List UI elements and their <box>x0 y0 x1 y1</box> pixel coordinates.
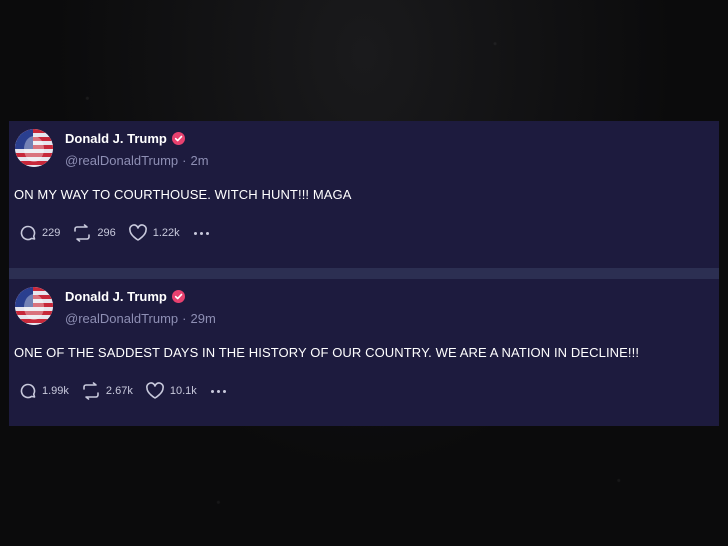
post-text: ON MY WAY TO COURTHOUSE. WITCH HUNT!!! M… <box>14 187 352 202</box>
author-name[interactable]: Donald J. Trump <box>65 289 167 304</box>
reply-count: 229 <box>42 227 61 239</box>
post-text: ONE OF THE SADDEST DAYS IN THE HISTORY O… <box>14 345 640 360</box>
post-card[interactable]: Donald J. Trump @realDonaldTrump · 29m O… <box>9 279 719 428</box>
author-name[interactable]: Donald J. Trump <box>65 131 167 146</box>
like-icon <box>145 382 165 400</box>
verified-badge-icon <box>171 290 185 303</box>
post-meta: @realDonaldTrump · 29m <box>65 311 216 326</box>
reply-icon <box>19 382 37 400</box>
verified-badge-icon <box>171 132 185 145</box>
reply-button[interactable]: 229 <box>19 224 60 242</box>
meta-separator: · <box>182 153 187 168</box>
post-time[interactable]: 29m <box>191 311 216 326</box>
repost-count: 2.67k <box>105 385 133 397</box>
author-handle[interactable]: @realDonaldTrump <box>65 311 178 326</box>
post-divider <box>9 268 719 279</box>
post-feed: Donald J. Trump @realDonaldTrump · 2m ON… <box>9 121 719 426</box>
repost-icon <box>81 382 101 400</box>
like-button[interactable]: 1.22k <box>128 224 180 242</box>
reply-button[interactable]: 1.99k <box>19 382 69 400</box>
post-actions: 229 296 1.22k <box>19 224 209 242</box>
like-count: 1.22k <box>152 227 180 239</box>
avatar-flag-image <box>15 129 53 167</box>
repost-icon <box>72 224 92 242</box>
avatar-flag-image <box>15 287 53 325</box>
meta-separator: · <box>182 311 187 326</box>
avatar[interactable] <box>15 129 53 167</box>
like-button[interactable]: 10.1k <box>145 382 197 400</box>
more-icon[interactable] <box>209 389 226 393</box>
post-actions: 1.99k 2.67k 10.1k <box>19 382 226 400</box>
repost-button[interactable]: 296 <box>72 224 116 242</box>
author-row: Donald J. Trump <box>65 131 185 146</box>
like-count: 10.1k <box>169 385 197 397</box>
like-icon <box>128 224 148 242</box>
more-icon[interactable] <box>192 231 209 235</box>
reply-count: 1.99k <box>42 385 69 397</box>
reply-icon <box>19 224 37 242</box>
post-time[interactable]: 2m <box>191 153 209 168</box>
post-meta: @realDonaldTrump · 2m <box>65 153 209 168</box>
author-handle[interactable]: @realDonaldTrump <box>65 153 178 168</box>
avatar[interactable] <box>15 287 53 325</box>
post-card[interactable]: Donald J. Trump @realDonaldTrump · 2m ON… <box>9 121 719 270</box>
repost-count: 296 <box>97 227 116 239</box>
repost-button[interactable]: 2.67k <box>81 382 133 400</box>
author-row: Donald J. Trump <box>65 289 185 304</box>
